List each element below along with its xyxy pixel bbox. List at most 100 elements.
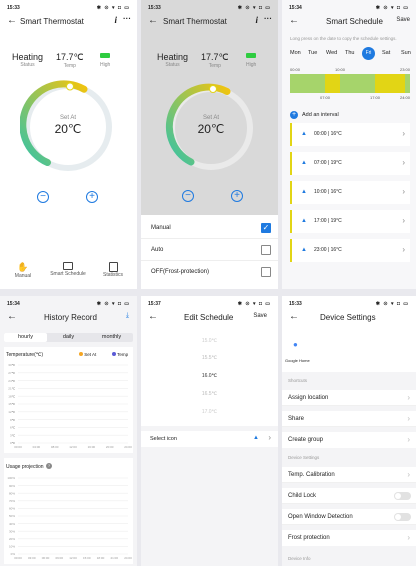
more-icon[interactable]: ··· [264,14,272,23]
settings-item-frost-protection[interactable]: Frost protection › [282,530,416,546]
dial-handle[interactable] [209,85,217,93]
back-arrow-icon[interactable]: ← [7,311,17,322]
x-tick-label: 09:00 [55,556,63,560]
header: ← History Record ⤓ [0,310,137,326]
day-mon[interactable]: Mon [290,50,301,56]
interval-row[interactable]: ▲ 07:00 | 19°C › [290,152,410,175]
day-fri[interactable]: Fri [362,47,375,60]
battery-icon [246,53,257,58]
google-home-tile[interactable]: ● Google Home [285,340,311,366]
info-icon[interactable]: i [114,15,117,25]
save-button[interactable]: Save [396,17,410,23]
mode-option-off[interactable]: OFF(Frost-protection) [141,263,278,283]
open-window-toggle[interactable] [394,513,411,521]
page-title: Smart Thermostat [20,17,84,26]
picker-selected[interactable]: 16.0℃ [141,373,278,379]
settings-item-label: Assign location [288,395,329,401]
timeline-segment [325,74,340,93]
x-tick-label: 12:00 [69,556,77,560]
select-icon-row[interactable]: Select icon ▲ › [141,431,278,447]
day-thu[interactable]: Thu [345,50,354,56]
picker-option[interactable]: 17.0℃ [141,409,278,415]
decrease-button[interactable]: − [37,191,49,203]
y-tick-label: 10% [9,545,15,549]
chevron-right-icon: › [407,414,410,423]
dial-value: 20℃ [54,122,82,136]
temperature-chart-card: Temperature(℃) Set At Temp 30℃ 27℃ 24℃ 21℃ 1… [4,347,133,453]
y-tick-label: 60% [9,507,15,511]
settings-item-child-lock: Child Lock [282,488,416,504]
back-arrow-icon[interactable]: ← [7,15,17,26]
back-arrow-icon[interactable]: ← [148,311,158,322]
back-arrow-icon[interactable]: ← [289,311,299,322]
dial-readout: Set At 20℃ [20,115,116,136]
clock: 15:37 [148,301,161,307]
dial-label: Set At [202,115,219,121]
settings-item-temp-calibration[interactable]: Temp. Calibration › [282,467,416,483]
x-tick-label: 21:00 [110,556,118,560]
tab-hourly[interactable]: hourly [4,333,47,342]
settings-item-share[interactable]: Share › [282,411,416,427]
day-sat[interactable]: Sat [382,50,390,56]
calendar-icon [63,262,73,270]
timeline-top-labels: 00:00 10:00 23:00 [290,67,410,73]
x-tick-label: 24:00 [124,445,132,449]
dial-handle[interactable] [66,82,74,91]
info-icon[interactable]: i [255,15,258,25]
status-bar: 15:33 ✱ ⊙ ▾ ◘ ▭ [289,301,409,309]
schedule-timeline[interactable] [290,74,410,93]
interval-label: 23:00 | 16°C [314,247,342,253]
y-tick-label: 18℃ [8,394,15,398]
tab-monthly[interactable]: monthly [90,333,133,342]
interval-row[interactable]: ▲ 23:00 | 16°C › [290,239,410,262]
clock: 15:33 [148,5,161,11]
picker-option[interactable]: 16.5℃ [141,391,278,397]
child-lock-toggle[interactable] [394,492,411,500]
checkbox-icon[interactable] [261,245,271,255]
mode-option-auto-label: Auto [151,247,164,253]
day-sun[interactable]: Sun [401,50,411,56]
decrease-button[interactable]: − [182,190,194,202]
mode-option-manual[interactable]: Manual ✓ [141,219,278,239]
timeline-segment [375,74,405,93]
settings-item-create-group[interactable]: Create group › [282,432,416,448]
status-bar: 15:34 ✱ ⊙ ▾ ◘ ▭ [7,301,130,309]
x-tick-label: 00:00 [14,556,22,560]
temp-value: 17.7℃ [56,52,84,62]
picker-option[interactable]: 15.5℃ [141,355,278,361]
interval-row[interactable]: ▲ 10:00 | 16°C › [290,181,410,204]
mode-option-manual-label: Manual [151,225,171,231]
nav-smart-schedule[interactable]: Smart Schedule [47,262,89,277]
save-button[interactable]: Save [253,313,267,319]
day-wed[interactable]: Wed [326,50,337,56]
nav-smart-schedule-label: Smart Schedule [50,271,86,277]
interval-row[interactable]: ▲ 17:00 | 19°C › [290,210,410,233]
smart-schedule-screen: 15:34 ✱ ⊙ ▾ ◘ ▭ ← Smart Schedule Save Lo… [282,0,416,289]
chevron-right-icon: › [407,435,410,444]
temperature-picker[interactable]: 15.0℃ 15.5℃ 16.0℃ 16.5℃ 17.0℃ [141,334,278,424]
nav-manual[interactable]: ✋ Manual [10,262,36,279]
mode-status: Heating Status [157,52,188,68]
checkbox-checked-icon[interactable]: ✓ [261,223,271,233]
download-icon[interactable]: ⤓ [126,312,129,320]
more-icon[interactable]: ··· [123,14,131,23]
nav-statistics[interactable]: Statistics [98,262,128,278]
mode-option-auto[interactable]: Auto [141,241,278,261]
back-arrow-icon[interactable]: ← [148,15,158,26]
tab-daily[interactable]: daily [47,333,90,342]
back-arrow-icon[interactable]: ← [289,15,299,26]
nav-statistics-label: Statistics [102,272,123,278]
increase-button[interactable]: + [86,191,98,203]
picker-option[interactable]: 15.0℃ [141,338,278,344]
increase-button[interactable]: + [231,190,243,202]
settings-item-assign-location[interactable]: Assign location › [282,390,416,406]
day-tue[interactable]: Tue [308,50,317,56]
settings-item-label: Create group [288,437,324,443]
header: ← Smart Thermostat i ··· [141,14,278,30]
schedule-icon: ▲ [301,160,307,166]
page-title: Smart Thermostat [163,17,227,26]
x-tick-label: 06:00 [42,556,50,560]
help-icon[interactable]: ? [46,463,52,469]
interval-row[interactable]: ▲ 00:00 | 16°C › [290,123,410,146]
checkbox-icon[interactable] [261,267,271,277]
